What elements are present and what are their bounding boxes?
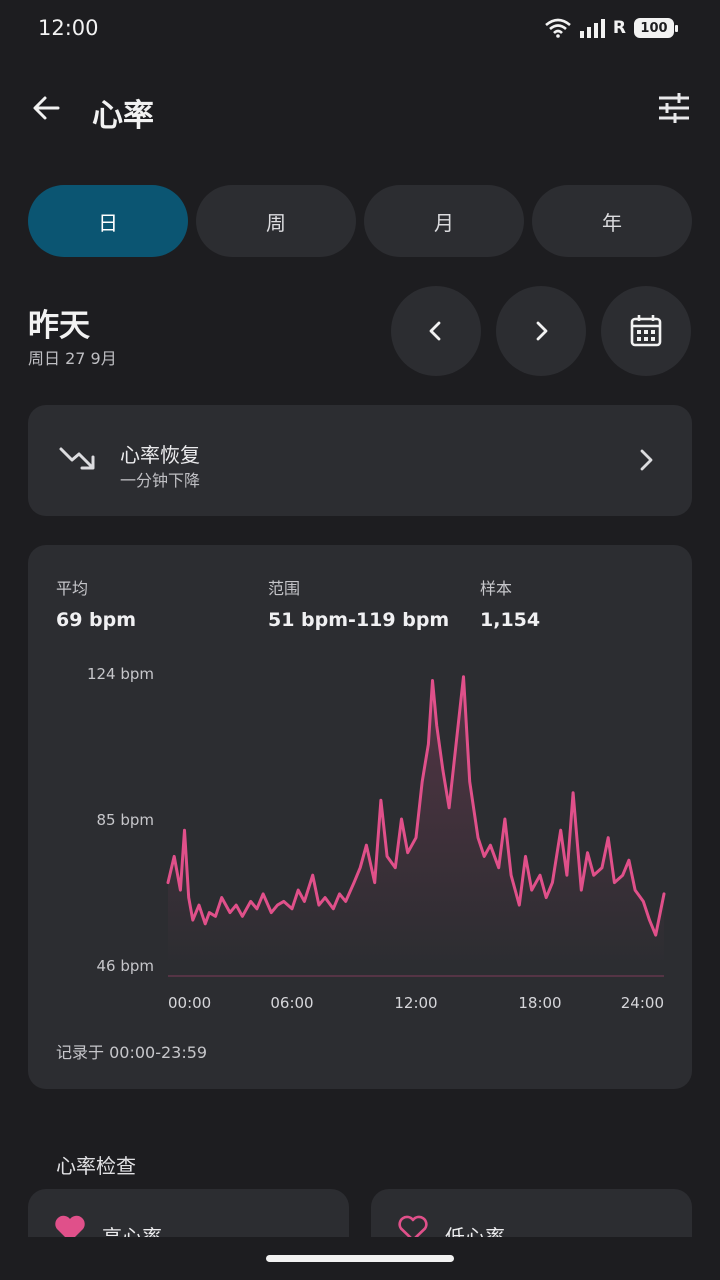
x-tick-label: 24:00 [621,994,664,1012]
x-tick-label: 06:00 [270,994,313,1012]
x-tick-label: 12:00 [394,994,437,1012]
recovery-subtitle: 一分钟下降 [120,471,201,490]
y-tick-label: 124 bpm [87,665,154,683]
y-tick-label: 46 bpm [96,957,154,975]
tab-week[interactable]: 周 [196,185,356,257]
status-icons: R 100 [545,18,678,38]
chevron-left-icon [429,321,441,341]
recovery-title: 心率恢复 [120,443,200,467]
roaming-indicator: R [612,18,626,38]
tab-month[interactable]: 月 [364,185,524,257]
battery-icon: 100 [634,18,678,38]
section-title: 心率检查 [56,1154,136,1178]
heart-rate-chart-card: 平均 69 bpm 范围 51 bpm-119 bpm 样本 1,154 124… [28,545,692,1089]
status-bar: 12:00 R 100 [0,0,720,60]
page-title: 心率 [92,98,154,134]
date-subtitle: 周日 27 9月 [28,349,117,368]
gesture-nav-handle[interactable] [266,1255,454,1262]
x-tick-label: 18:00 [518,994,561,1012]
sliders-icon [659,93,689,123]
app-bar: 心率 [0,80,720,140]
filter-button[interactable] [654,88,694,128]
calendar-button[interactable] [601,286,691,376]
x-tick-label: 00:00 [168,994,211,1012]
trending-down-icon [59,447,95,470]
tab-day[interactable]: 日 [28,185,188,257]
back-button[interactable] [26,88,66,128]
signal-icon [579,19,605,38]
period-tabs: 日 周 月 年 [28,185,692,257]
recorded-range: 记录于 00:00-23:59 [56,1043,208,1062]
arrow-left-icon [33,96,60,120]
heart-rate-chart[interactable]: 124 bpm 85 bpm 46 bpm 00:00 06:00 12:00 18:00 2… [28,545,692,1025]
next-day-button[interactable] [496,286,586,376]
calendar-icon [630,315,662,347]
heart-rate-area [168,676,664,965]
tab-year[interactable]: 年 [532,185,692,257]
previous-day-button[interactable] [391,286,481,376]
y-tick-label: 85 bpm [96,811,154,829]
date-title: 昨天 [28,308,90,344]
status-time: 12:00 [38,16,99,40]
heart-rate-recovery-card[interactable]: 心率恢复 一分钟下降 [28,405,692,516]
wifi-icon [545,18,571,38]
chevron-right-icon [640,449,653,471]
chevron-right-icon [536,321,548,341]
